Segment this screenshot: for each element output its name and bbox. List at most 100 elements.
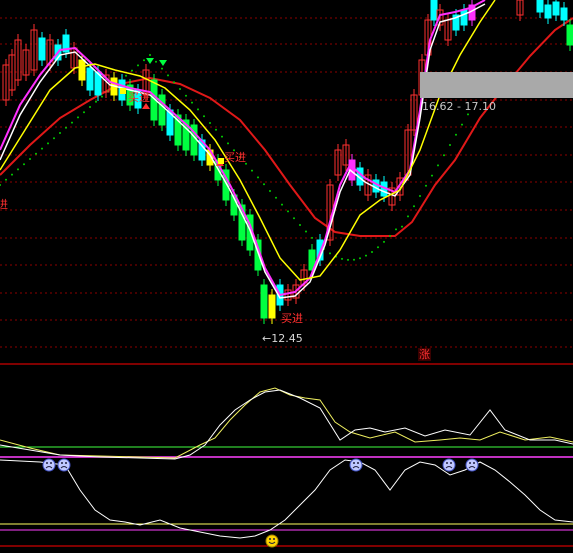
face-eye (61, 462, 63, 464)
signal-dot (41, 147, 43, 150)
signal-dot (413, 205, 415, 208)
face-disc (57, 458, 71, 472)
face-eye (50, 462, 52, 464)
sad-face-icon (42, 458, 56, 472)
rise-badge: 涨 (418, 348, 431, 361)
signal-dot (227, 142, 229, 145)
low-price-label: ←12.45 (262, 332, 303, 345)
signal-dot (281, 203, 283, 206)
candle-body (552, 1, 560, 16)
side-signal-label: 进 (0, 198, 8, 211)
candle-body (536, 0, 544, 13)
signal-dot (203, 115, 205, 118)
signal-dot (5, 178, 7, 181)
signal-dot (23, 163, 25, 166)
face-eye (269, 538, 271, 540)
signal-dot (77, 116, 79, 119)
signal-dot (137, 64, 139, 67)
signal-dot (29, 158, 31, 160)
sad-face-icon (465, 458, 479, 472)
signal-dot (179, 88, 181, 90)
face-eye (273, 538, 275, 540)
signal-dot (341, 257, 343, 260)
signal-dot (71, 121, 73, 124)
signal-dot (329, 252, 331, 255)
price-range-label: 16.62 - 17.10 (422, 100, 496, 113)
signal-dot (431, 174, 433, 177)
signal-dot (221, 135, 223, 138)
face-eye (446, 462, 448, 464)
signal-dot (65, 126, 67, 129)
sad-face-icon (442, 458, 456, 472)
signal-dot (83, 111, 85, 114)
signal-dot (11, 173, 13, 176)
ma-magenta-path (0, 0, 486, 297)
triangle-down-icon (159, 60, 167, 66)
signal-dot (269, 190, 271, 192)
signal-dot (185, 94, 187, 97)
signal-dot (407, 215, 409, 218)
signal-dot (353, 258, 355, 261)
signal-dot (401, 225, 403, 228)
candle-body (38, 37, 46, 61)
signal-dot (461, 123, 463, 126)
signal-dot (59, 132, 61, 134)
candlesticks (2, 0, 573, 324)
signal-dot (359, 257, 361, 260)
signal-dot (293, 217, 295, 220)
candle-body (460, 9, 468, 26)
face-disc (265, 534, 279, 548)
signal-dot (149, 54, 151, 56)
signal-dot (17, 168, 19, 171)
signal-dot (209, 122, 211, 124)
signal-dot (395, 228, 397, 231)
triangle-down-icon (146, 58, 154, 64)
signal-dot (53, 137, 55, 140)
signal-dot (0, 184, 1, 186)
signal-square (120, 88, 126, 94)
face-disc (465, 458, 479, 472)
signal-dot (347, 258, 349, 261)
signal-dot (263, 183, 265, 186)
signal-dot (449, 144, 451, 146)
face-eye (65, 462, 67, 464)
face-eye (473, 462, 475, 464)
indicator-line-white-lower (0, 459, 573, 539)
signal-dot (35, 152, 37, 155)
signal-dot (371, 250, 373, 253)
signal-dot (251, 169, 253, 172)
signal-dot (311, 236, 313, 239)
signal-dot (377, 246, 379, 249)
buy-signal-label: 买进 (128, 91, 150, 104)
signal-dot (443, 154, 445, 157)
signal-dot (191, 101, 193, 104)
candle-body (430, 0, 438, 21)
face-eye (46, 462, 48, 464)
signal-dot (161, 67, 163, 70)
signal-dot (419, 195, 421, 197)
signal-dot (131, 69, 133, 72)
price-tooltip-box (420, 72, 573, 98)
signal-dot (299, 224, 301, 226)
signal-dot (365, 254, 367, 257)
signal-dot (47, 142, 49, 145)
signal-dot (437, 164, 439, 167)
candle-body (268, 294, 276, 319)
face-disc (349, 458, 363, 472)
buy-signal-label: 买进 (281, 312, 303, 325)
signal-dot (383, 240, 385, 243)
signal-dot (257, 176, 259, 179)
signal-dot (467, 113, 469, 116)
signal-dot (167, 74, 169, 77)
sad-face-icon (349, 458, 363, 472)
signal-dot (275, 196, 277, 199)
candle-body (158, 94, 166, 126)
candle-body (544, 4, 552, 19)
indicator-panel (0, 387, 573, 547)
happy-face-icon (265, 534, 279, 548)
signal-dot (389, 234, 391, 237)
signal-dot (215, 128, 217, 131)
buy-signal-label: 买进 (224, 151, 246, 164)
candle-body (86, 67, 94, 91)
signal-dot (305, 230, 307, 233)
